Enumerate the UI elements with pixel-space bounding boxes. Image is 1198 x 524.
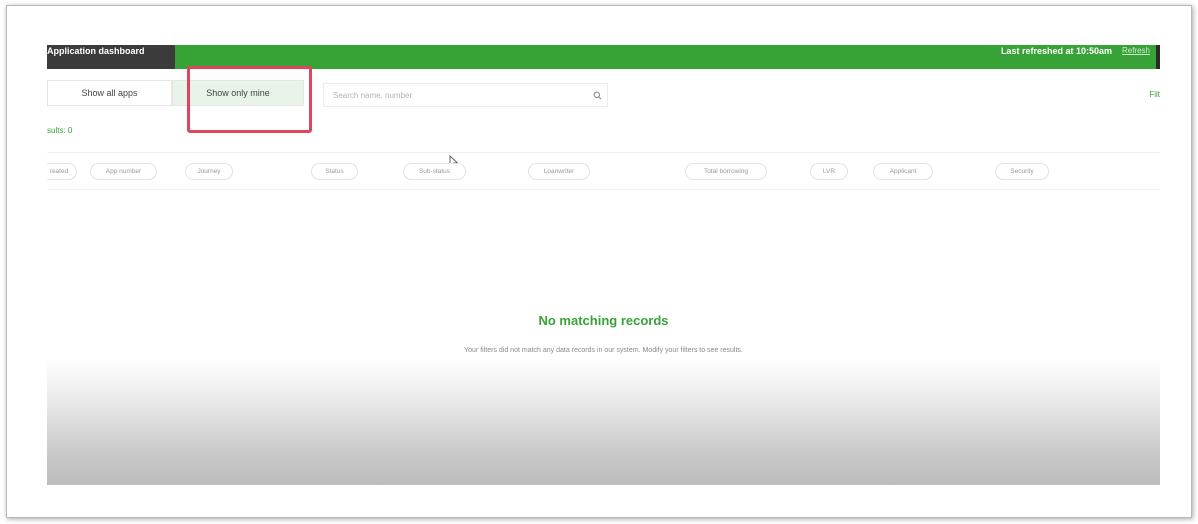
empty-state-title: No matching records: [538, 313, 669, 328]
column-header-row: reated App number Journey Status Sub-sta…: [47, 152, 1160, 190]
view-toggle: Show all apps Show only mine: [47, 80, 304, 106]
column-status[interactable]: Status: [311, 163, 358, 180]
top-bar: Application dashboard Last refreshed at …: [47, 45, 1160, 69]
show-all-apps-button[interactable]: Show all apps: [47, 80, 172, 106]
column-app-number[interactable]: App number: [90, 163, 157, 180]
column-sub-status[interactable]: Sub-status: [403, 163, 466, 180]
column-lvr[interactable]: LVR: [810, 163, 848, 180]
top-bar-edge: [1156, 45, 1160, 69]
column-applicant[interactable]: Applicant: [873, 163, 933, 180]
app-container: Application dashboard Last refreshed at …: [47, 45, 1160, 485]
app-title: Application dashboard: [47, 45, 175, 69]
column-security[interactable]: Security: [995, 163, 1049, 180]
refresh-link[interactable]: Refresh: [1122, 46, 1150, 55]
column-total-borrowing[interactable]: Total borrowing: [685, 163, 767, 180]
status-bar: Last refreshed at 10:50am Refresh: [175, 45, 1156, 69]
filters-link[interactable]: Filt: [1149, 90, 1160, 99]
column-journey[interactable]: Journey: [185, 163, 233, 180]
results-count: sults: 0: [47, 126, 73, 135]
search-box: [323, 83, 608, 107]
bottom-shade: [47, 358, 1160, 485]
last-refreshed-text: Last refreshed at 10:50am: [1000, 46, 1112, 56]
empty-state-description: Your filters did not match any data reco…: [464, 347, 743, 354]
column-loanwriter[interactable]: Loanwriter: [528, 163, 590, 180]
screenshot-frame: Application dashboard Last refreshed at …: [6, 5, 1192, 518]
search-input[interactable]: [324, 85, 587, 105]
show-only-mine-button[interactable]: Show only mine: [172, 80, 304, 106]
column-date-created[interactable]: reated: [47, 163, 77, 180]
search-icon[interactable]: [587, 85, 607, 105]
